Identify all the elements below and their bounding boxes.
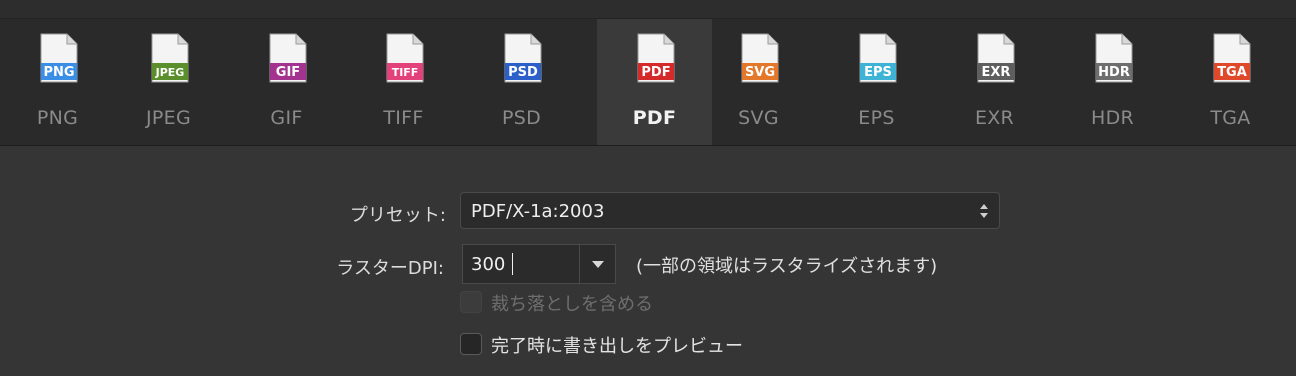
gif-file-icon: GIF: [268, 33, 308, 83]
raster-dpi-label: ラスターDPI:: [336, 258, 444, 279]
tab-tga[interactable]: TGA TGA: [1173, 19, 1288, 145]
tab-label: EPS: [858, 107, 895, 129]
pdf-file-icon: PDF: [636, 33, 676, 83]
file-badge-text: TGA: [1217, 65, 1247, 80]
window-top-strip: [0, 0, 1296, 18]
tab-tiff[interactable]: TIFF TIFF: [346, 19, 461, 145]
psd-file-icon: PSD: [503, 33, 543, 83]
tab-svg[interactable]: SVG SVG: [701, 19, 816, 145]
tab-label: PNG: [36, 107, 79, 129]
tga-file-icon: TGA: [1212, 33, 1252, 83]
tab-eps[interactable]: EPS EPS: [819, 19, 934, 145]
tab-label: PSD: [501, 107, 542, 129]
include-bleed-checkbox[interactable]: [460, 291, 482, 313]
hdr-file-icon: HDR: [1094, 33, 1134, 83]
file-badge-text: EPS: [864, 65, 892, 80]
tab-label: HDR: [1090, 107, 1135, 129]
file-badge-text: PSD: [508, 65, 538, 80]
raster-dpi-dropdown-button[interactable]: [580, 245, 615, 283]
file-badge-text: TIFF: [392, 66, 419, 79]
raster-dpi-combobox: 300: [462, 244, 616, 284]
tab-png[interactable]: PNG PNG: [0, 19, 115, 145]
file-badge-text: PNG: [43, 65, 74, 80]
up-down-chevrons-icon: [980, 204, 988, 218]
tab-pdf[interactable]: PDF PDF: [597, 19, 712, 145]
raster-dpi-input[interactable]: 300: [463, 245, 580, 283]
preset-select-value: PDF/X-1a:2003: [471, 201, 605, 222]
tab-psd[interactable]: PSD PSD: [464, 19, 579, 145]
tab-label: EXR: [974, 107, 1015, 129]
preset-label: プリセット:: [349, 205, 446, 226]
tab-gif[interactable]: GIF GIF: [229, 19, 344, 145]
svg-file-icon: SVG: [740, 33, 780, 83]
tab-label: TGA: [1210, 107, 1251, 129]
tab-exr[interactable]: EXR EXR: [937, 19, 1052, 145]
preview-on-completion-label: 完了時に書き出しをプレビュー: [491, 336, 743, 357]
preview-on-completion-checkbox[interactable]: [460, 333, 482, 355]
raster-note: (一部の領域はラスタライズされます): [636, 256, 938, 277]
tab-label: PDF: [632, 107, 677, 129]
tab-jpeg[interactable]: JPEG JPEG: [111, 19, 226, 145]
file-badge-text: SVG: [745, 65, 775, 80]
exr-file-icon: EXR: [976, 33, 1016, 83]
format-tab-bar: PNG PNG JPEG JPEG GIF GIF TIFF TIFF PSD PSD PDF PDF…: [0, 18, 1296, 146]
file-badge-text: EXR: [982, 65, 1011, 80]
tiff-file-icon: TIFF: [385, 33, 425, 83]
preset-select[interactable]: PDF/X-1a:2003: [460, 192, 1000, 229]
raster-dpi-value: 300: [471, 254, 506, 275]
tab-label: GIF: [270, 107, 303, 129]
jpeg-file-icon: JPEG: [150, 33, 190, 83]
tab-label: TIFF: [383, 107, 424, 129]
tab-label: JPEG: [146, 107, 191, 129]
tab-label: SVG: [738, 107, 779, 129]
include-bleed-label: 裁ち落としを含める: [491, 294, 653, 315]
tab-hdr[interactable]: HDR HDR: [1055, 19, 1170, 145]
file-badge-text: PDF: [641, 65, 670, 80]
file-badge-text: JPEG: [155, 66, 185, 79]
text-cursor: [512, 253, 513, 275]
png-file-icon: PNG: [39, 33, 79, 83]
file-badge-text: GIF: [276, 65, 300, 80]
chevron-down-icon: [592, 261, 604, 268]
file-badge-text: HDR: [1098, 65, 1130, 80]
eps-file-icon: EPS: [858, 33, 898, 83]
